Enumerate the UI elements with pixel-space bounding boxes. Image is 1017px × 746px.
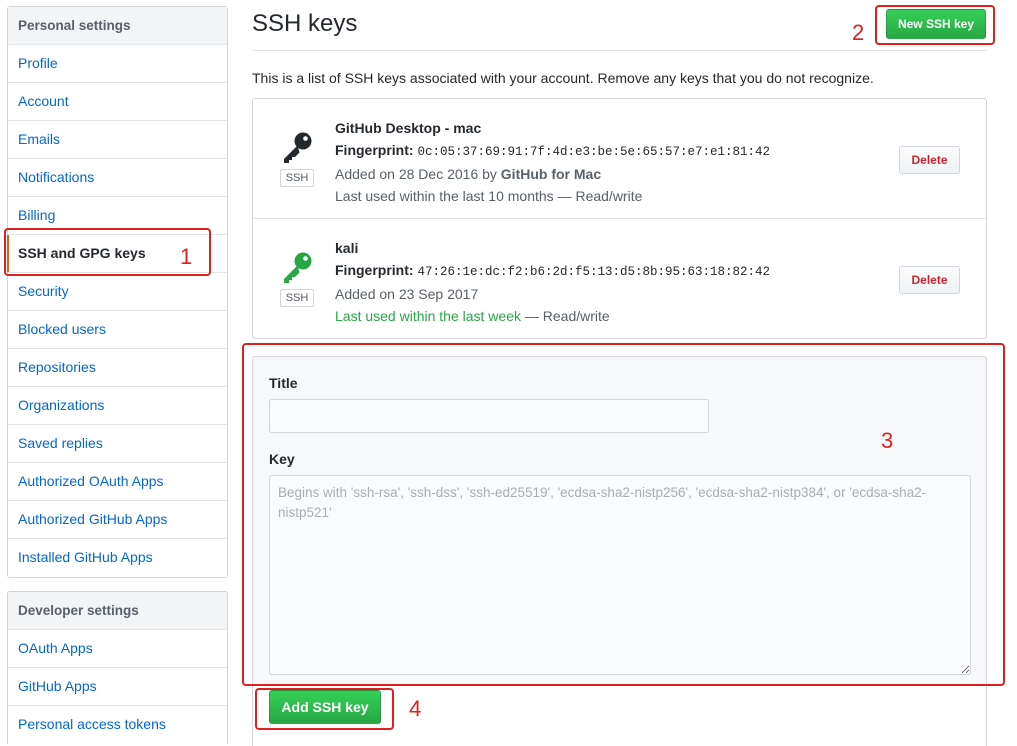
key-title: kali	[335, 240, 359, 256]
sidebar-item-authorized-oauth-apps[interactable]: Authorized OAuth Apps	[8, 463, 227, 501]
key-details: kali Fingerprint: 47:26:1e:dc:f2:b6:2d:f…	[335, 237, 770, 327]
fingerprint-label: Fingerprint:	[335, 142, 414, 158]
add-ssh-key-form: Title Key	[252, 356, 987, 686]
ssh-type-badge: SSH	[280, 169, 314, 187]
personal-settings-menu: Personal settings Profile Account Emails…	[7, 6, 228, 578]
title-label: Title	[269, 375, 298, 391]
last-used-text: Last used within the last week	[335, 308, 521, 324]
key-icon	[284, 252, 312, 283]
page-title: SSH keys	[252, 10, 358, 37]
fingerprint-value: 0c:05:37:69:91:7f:4d:e3:be:5e:65:57:e7:e…	[417, 145, 770, 159]
annotation-number-2: 2	[852, 20, 865, 45]
sidebar-item-ssh-gpg-keys[interactable]: SSH and GPG keys	[7, 235, 227, 273]
access-text: — Read/write	[521, 308, 610, 324]
sidebar-item-account[interactable]: Account	[8, 83, 227, 121]
annotation-number-3: 3	[881, 428, 894, 453]
sidebar-item-installed-github-apps[interactable]: Installed GitHub Apps	[8, 539, 227, 577]
fingerprint-value: 47:26:1e:dc:f2:b6:2d:f5:13:d5:8b:95:63:1…	[417, 265, 770, 279]
last-used-line: Last used within the last week — Read/wr…	[335, 305, 770, 327]
key-icon	[284, 132, 312, 163]
key-details: GitHub Desktop - mac Fingerprint: 0c:05:…	[335, 117, 770, 207]
ssh-key-row: SSH GitHub Desktop - mac Fingerprint: 0c…	[253, 99, 986, 219]
delete-key-button[interactable]: Delete	[899, 146, 960, 174]
added-line: Added on 23 Sep 2017	[335, 286, 479, 302]
personal-settings-heading: Personal settings	[8, 7, 227, 45]
sidebar-item-blocked-users[interactable]: Blocked users	[8, 311, 227, 349]
sidebar-item-saved-replies[interactable]: Saved replies	[8, 425, 227, 463]
key-title: GitHub Desktop - mac	[335, 120, 482, 136]
sidebar-item-authorized-github-apps[interactable]: Authorized GitHub Apps	[8, 501, 227, 539]
sidebar-item-github-apps[interactable]: GitHub Apps	[8, 668, 227, 706]
fingerprint-line: Fingerprint: 47:26:1e:dc:f2:b6:2d:f5:13:…	[335, 259, 770, 283]
key-textarea[interactable]	[269, 475, 971, 675]
sidebar-item-oauth-apps[interactable]: OAuth Apps	[8, 630, 227, 668]
fingerprint-line: Fingerprint: 0c:05:37:69:91:7f:4d:e3:be:…	[335, 139, 770, 163]
annotation-number-1: 1	[180, 244, 193, 269]
access-text: — Read/write	[553, 188, 643, 204]
sidebar-item-organizations[interactable]: Organizations	[8, 387, 227, 425]
developer-settings-menu: Developer settings OAuth Apps GitHub App…	[7, 591, 228, 744]
developer-settings-heading: Developer settings	[8, 592, 227, 630]
added-line: Added on 28 Dec 2016 by GitHub for Mac	[335, 163, 770, 185]
sidebar-item-emails[interactable]: Emails	[8, 121, 227, 159]
ssh-key-list: SSH GitHub Desktop - mac Fingerprint: 0c…	[252, 98, 987, 339]
sidebar-item-security[interactable]: Security	[8, 273, 227, 311]
sidebar-item-repositories[interactable]: Repositories	[8, 349, 227, 387]
ssh-type-badge: SSH	[280, 289, 314, 307]
added-by: GitHub for Mac	[500, 166, 602, 182]
sidebar-item-personal-access-tokens[interactable]: Personal access tokens	[8, 706, 227, 744]
delete-key-button[interactable]: Delete	[899, 266, 960, 294]
sidebar-item-profile[interactable]: Profile	[8, 45, 227, 83]
title-input[interactable]	[269, 399, 709, 433]
intro-text: This is a list of SSH keys associated wi…	[252, 70, 874, 86]
added-date: Added on 28 Dec 2016 by	[335, 166, 497, 182]
add-ssh-key-button[interactable]: Add SSH key	[269, 690, 381, 724]
key-label: Key	[269, 451, 295, 467]
title-divider	[252, 50, 987, 51]
sidebar-item-billing[interactable]: Billing	[8, 197, 227, 235]
last-used-line: Last used within the last 10 months — Re…	[335, 185, 770, 207]
last-used-text: Last used within the last 10 months	[335, 188, 554, 204]
ssh-key-row: SSH kali Fingerprint: 47:26:1e:dc:f2:b6:…	[253, 219, 986, 339]
fingerprint-label: Fingerprint:	[335, 262, 414, 278]
annotation-number-4: 4	[409, 696, 422, 721]
new-ssh-key-button[interactable]: New SSH key	[886, 9, 986, 39]
sidebar-item-notifications[interactable]: Notifications	[8, 159, 227, 197]
